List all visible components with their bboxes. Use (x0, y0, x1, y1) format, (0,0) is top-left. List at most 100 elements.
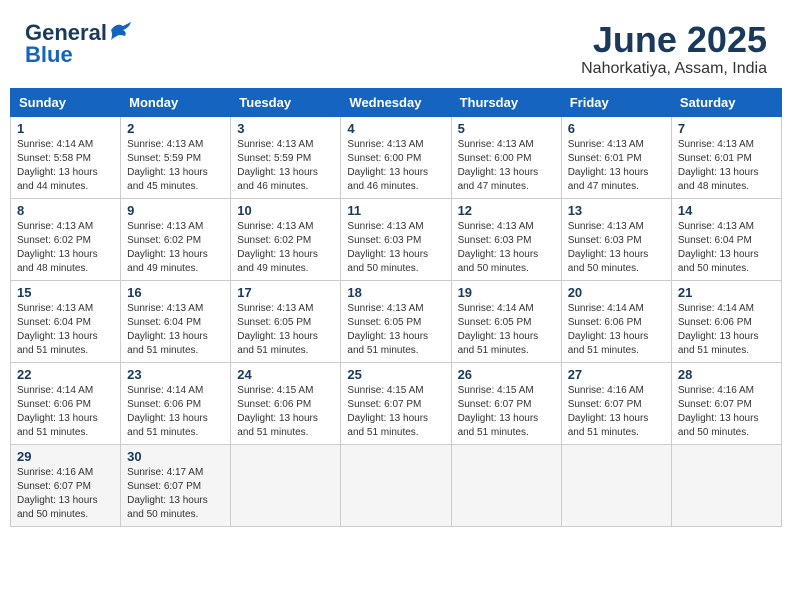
calendar-cell: 11 Sunrise: 4:13 AM Sunset: 6:03 PM Dayli… (341, 198, 451, 280)
day-info: Sunrise: 4:13 AM Sunset: 6:00 PM Dayligh… (347, 138, 444, 194)
calendar-cell: 15 Sunrise: 4:13 AM Sunset: 6:04 PM Dayli… (11, 280, 121, 362)
weekday-header-sunday: Sunday (11, 88, 121, 116)
day-info: Sunrise: 4:15 AM Sunset: 6:07 PM Dayligh… (458, 384, 555, 440)
day-info: Sunrise: 4:13 AM Sunset: 6:04 PM Dayligh… (127, 302, 224, 358)
day-number: 7 (678, 121, 775, 136)
day-info: Sunrise: 4:14 AM Sunset: 6:06 PM Dayligh… (568, 302, 665, 358)
calendar-cell: 28 Sunrise: 4:16 AM Sunset: 6:07 PM Dayli… (671, 362, 781, 444)
calendar-cell: 3 Sunrise: 4:13 AM Sunset: 5:59 PM Daylig… (231, 116, 341, 198)
day-info: Sunrise: 4:13 AM Sunset: 6:01 PM Dayligh… (568, 138, 665, 194)
day-number: 3 (237, 121, 334, 136)
calendar-week-row: 29Sunrise: 4:16 AM Sunset: 6:07 PM Dayli… (11, 444, 782, 526)
day-info: Sunrise: 4:13 AM Sunset: 6:03 PM Dayligh… (458, 220, 555, 276)
day-info: Sunrise: 4:13 AM Sunset: 5:59 PM Dayligh… (237, 138, 334, 194)
day-info: Sunrise: 4:16 AM Sunset: 6:07 PM Dayligh… (568, 384, 665, 440)
calendar-cell: 12Sunrise: 4:13 AM Sunset: 6:03 PM Dayli… (451, 198, 561, 280)
weekday-header-thursday: Thursday (451, 88, 561, 116)
calendar-cell: 5Sunrise: 4:13 AM Sunset: 6:00 PM Daylig… (451, 116, 561, 198)
calendar-cell: 27 Sunrise: 4:16 AM Sunset: 6:07 PM Dayli… (561, 362, 671, 444)
calendar-cell: 2Sunrise: 4:13 AM Sunset: 5:59 PM Daylig… (121, 116, 231, 198)
day-info: Sunrise: 4:13 AM Sunset: 6:04 PM Dayligh… (17, 302, 114, 358)
day-number: 27 (568, 367, 665, 382)
day-number: 29 (17, 449, 114, 464)
calendar-cell: 30 Sunrise: 4:17 AM Sunset: 6:07 PM Dayli… (121, 444, 231, 526)
calendar-week-row: 15 Sunrise: 4:13 AM Sunset: 6:04 PM Dayli… (11, 280, 782, 362)
title-area: June 2025 Nahorkatiya, Assam, India (581, 20, 767, 78)
calendar-cell: 6 Sunrise: 4:13 AM Sunset: 6:01 PM Daylig… (561, 116, 671, 198)
day-number: 25 (347, 367, 444, 382)
calendar-cell: 23 Sunrise: 4:14 AM Sunset: 6:06 PM Dayli… (121, 362, 231, 444)
day-number: 16 (127, 285, 224, 300)
day-number: 8 (17, 203, 114, 218)
day-number: 11 (347, 203, 444, 218)
calendar-week-row: 8 Sunrise: 4:13 AM Sunset: 6:02 PM Daylig… (11, 198, 782, 280)
day-info: Sunrise: 4:13 AM Sunset: 6:04 PM Dayligh… (678, 220, 775, 276)
calendar-cell: 20 Sunrise: 4:14 AM Sunset: 6:06 PM Dayli… (561, 280, 671, 362)
day-info: Sunrise: 4:14 AM Sunset: 6:06 PM Dayligh… (678, 302, 775, 358)
calendar-cell (671, 444, 781, 526)
calendar-cell: 19 Sunrise: 4:14 AM Sunset: 6:05 PM Dayli… (451, 280, 561, 362)
calendar-cell: 29Sunrise: 4:16 AM Sunset: 6:07 PM Dayli… (11, 444, 121, 526)
day-info: Sunrise: 4:13 AM Sunset: 6:01 PM Dayligh… (678, 138, 775, 194)
day-info: Sunrise: 4:14 AM Sunset: 6:05 PM Dayligh… (458, 302, 555, 358)
calendar-cell: 25 Sunrise: 4:15 AM Sunset: 6:07 PM Dayli… (341, 362, 451, 444)
day-number: 17 (237, 285, 334, 300)
calendar-cell (561, 444, 671, 526)
day-info: Sunrise: 4:16 AM Sunset: 6:07 PM Dayligh… (678, 384, 775, 440)
calendar-cell: 8 Sunrise: 4:13 AM Sunset: 6:02 PM Daylig… (11, 198, 121, 280)
day-number: 15 (17, 285, 114, 300)
day-info: Sunrise: 4:13 AM Sunset: 6:02 PM Dayligh… (127, 220, 224, 276)
day-number: 21 (678, 285, 775, 300)
day-info: Sunrise: 4:13 AM Sunset: 6:05 PM Dayligh… (347, 302, 444, 358)
day-number: 9 (127, 203, 224, 218)
calendar-cell: 26Sunrise: 4:15 AM Sunset: 6:07 PM Dayli… (451, 362, 561, 444)
day-number: 14 (678, 203, 775, 218)
calendar-cell: 17 Sunrise: 4:13 AM Sunset: 6:05 PM Dayli… (231, 280, 341, 362)
day-info: Sunrise: 4:15 AM Sunset: 6:06 PM Dayligh… (237, 384, 334, 440)
day-info: Sunrise: 4:13 AM Sunset: 5:59 PM Dayligh… (127, 138, 224, 194)
day-info: Sunrise: 4:14 AM Sunset: 5:58 PM Dayligh… (17, 138, 114, 194)
day-number: 30 (127, 449, 224, 464)
day-info: Sunrise: 4:13 AM Sunset: 6:02 PM Dayligh… (237, 220, 334, 276)
calendar-cell: 10 Sunrise: 4:13 AM Sunset: 6:02 PM Dayli… (231, 198, 341, 280)
day-info: Sunrise: 4:13 AM Sunset: 6:03 PM Dayligh… (347, 220, 444, 276)
calendar-table: SundayMondayTuesdayWednesdayThursdayFrid… (10, 88, 782, 527)
weekday-header-wednesday: Wednesday (341, 88, 451, 116)
calendar-week-row: 22 Sunrise: 4:14 AM Sunset: 6:06 PM Dayli… (11, 362, 782, 444)
day-number: 23 (127, 367, 224, 382)
calendar-cell: 22Sunrise: 4:14 AM Sunset: 6:06 PM Dayli… (11, 362, 121, 444)
month-title: June 2025 (581, 20, 767, 60)
day-number: 18 (347, 285, 444, 300)
calendar-cell (341, 444, 451, 526)
day-info: Sunrise: 4:15 AM Sunset: 6:07 PM Dayligh… (347, 384, 444, 440)
day-number: 13 (568, 203, 665, 218)
calendar-cell: 4 Sunrise: 4:13 AM Sunset: 6:00 PM Daylig… (341, 116, 451, 198)
calendar-header-row: SundayMondayTuesdayWednesdayThursdayFrid… (11, 88, 782, 116)
weekday-header-saturday: Saturday (671, 88, 781, 116)
day-number: 19 (458, 285, 555, 300)
calendar-cell: 9 Sunrise: 4:13 AM Sunset: 6:02 PM Daylig… (121, 198, 231, 280)
day-info: Sunrise: 4:13 AM Sunset: 6:03 PM Dayligh… (568, 220, 665, 276)
header: General Blue June 2025 Nahorkatiya, Assa… (10, 10, 782, 83)
day-number: 22 (17, 367, 114, 382)
day-info: Sunrise: 4:13 AM Sunset: 6:02 PM Dayligh… (17, 220, 114, 276)
day-number: 28 (678, 367, 775, 382)
day-info: Sunrise: 4:17 AM Sunset: 6:07 PM Dayligh… (127, 466, 224, 522)
day-number: 6 (568, 121, 665, 136)
calendar-cell: 21 Sunrise: 4:14 AM Sunset: 6:06 PM Dayli… (671, 280, 781, 362)
day-info: Sunrise: 4:13 AM Sunset: 6:05 PM Dayligh… (237, 302, 334, 358)
weekday-header-tuesday: Tuesday (231, 88, 341, 116)
calendar-cell: 1 Sunrise: 4:14 AM Sunset: 5:58 PM Daylig… (11, 116, 121, 198)
calendar-cell (231, 444, 341, 526)
day-number: 1 (17, 121, 114, 136)
day-number: 5 (458, 121, 555, 136)
logo-bird-icon (109, 22, 131, 40)
calendar-cell: 13 Sunrise: 4:13 AM Sunset: 6:03 PM Dayli… (561, 198, 671, 280)
day-number: 20 (568, 285, 665, 300)
day-number: 4 (347, 121, 444, 136)
calendar-cell: 18 Sunrise: 4:13 AM Sunset: 6:05 PM Dayli… (341, 280, 451, 362)
day-number: 10 (237, 203, 334, 218)
day-info: Sunrise: 4:14 AM Sunset: 6:06 PM Dayligh… (127, 384, 224, 440)
logo-blue: Blue (25, 42, 73, 68)
calendar-week-row: 1 Sunrise: 4:14 AM Sunset: 5:58 PM Daylig… (11, 116, 782, 198)
